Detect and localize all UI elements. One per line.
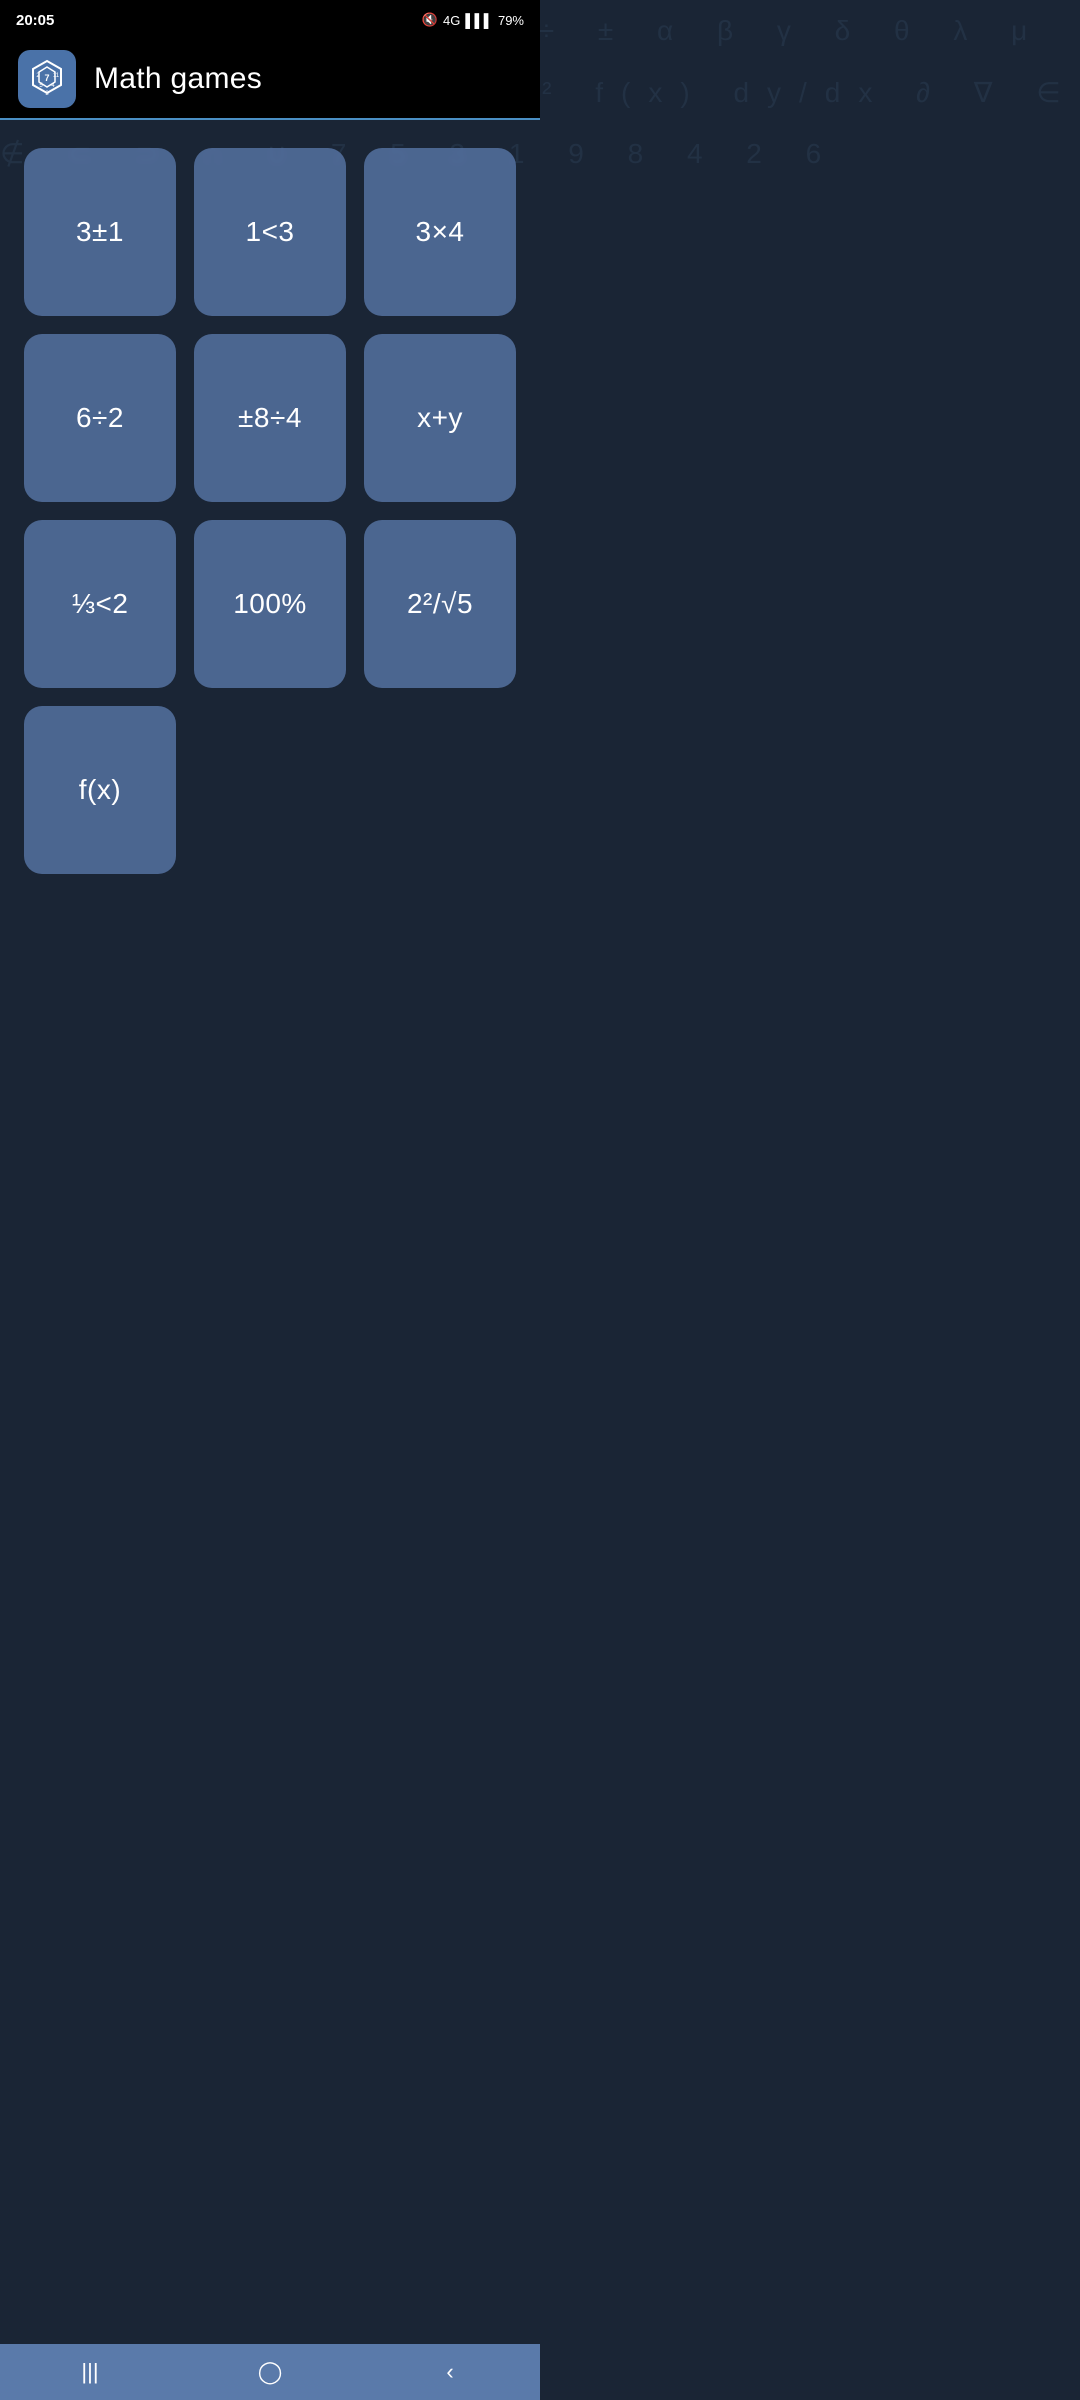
- mute-icon: 🔇: [422, 12, 438, 28]
- battery-label: 79%: [498, 13, 524, 28]
- card-label-multiply: 3×4: [416, 216, 465, 248]
- home-icon: ◯: [258, 2359, 283, 2385]
- recent-apps-icon: |||: [81, 2359, 98, 2385]
- card-plus-minus[interactable]: 3±1: [24, 148, 176, 316]
- app-icon: 7 2 11 5 4 3: [18, 50, 76, 108]
- card-label-divide: 6÷2: [76, 402, 124, 434]
- svg-text:11: 11: [53, 73, 60, 79]
- back-icon: ‹: [446, 2359, 453, 2385]
- card-label-plus-minus: 3±1: [76, 216, 124, 248]
- nav-back-button[interactable]: ‹: [360, 2344, 540, 2400]
- card-label-algebra: x+y: [417, 402, 463, 434]
- main-content: 3±1 1<3 3×4 6÷2 ±8÷4 x+y ⅓<2 100% 2²/√5 f(x): [0, 120, 540, 1104]
- card-label-less-than: 1<3: [246, 216, 295, 248]
- nav-bar: ||| ◯ ‹: [0, 2344, 540, 2400]
- card-fraction[interactable]: ⅓<2: [24, 520, 176, 688]
- card-percent[interactable]: 100%: [194, 520, 346, 688]
- cards-grid: 3±1 1<3 3×4 6÷2 ±8÷4 x+y ⅓<2 100% 2²/√5 f(x): [24, 148, 516, 874]
- status-time: 20:05: [16, 12, 54, 29]
- app-bar: 7 2 11 5 4 3 Math games: [0, 40, 540, 120]
- card-divide[interactable]: 6÷2: [24, 334, 176, 502]
- signal-label: 4G: [443, 13, 460, 28]
- nav-recent-button[interactable]: |||: [0, 2344, 180, 2400]
- app-icon-svg: 7 2 11 5 4 3: [25, 57, 69, 101]
- svg-text:7: 7: [44, 73, 49, 83]
- card-label-pm-divide: ±8÷4: [238, 402, 302, 434]
- status-right: 🔇 4G ▌▌▌ 79%: [422, 12, 524, 28]
- card-label-fraction: ⅓<2: [72, 588, 129, 620]
- app-title: Math games: [94, 62, 262, 96]
- nav-home-button[interactable]: ◯: [180, 2344, 360, 2400]
- card-label-function: f(x): [79, 774, 121, 806]
- card-power-root[interactable]: 2²/√5: [364, 520, 516, 688]
- card-pm-divide[interactable]: ±8÷4: [194, 334, 346, 502]
- card-multiply[interactable]: 3×4: [364, 148, 516, 316]
- status-bar: 20:05 🔇 4G ▌▌▌ 79%: [0, 0, 540, 40]
- card-label-percent: 100%: [233, 588, 307, 620]
- card-label-power-root: 2²/√5: [407, 588, 473, 620]
- card-less-than[interactable]: 1<3: [194, 148, 346, 316]
- signal-bars-icon: ▌▌▌: [465, 13, 493, 28]
- card-function[interactable]: f(x): [24, 706, 176, 874]
- card-algebra[interactable]: x+y: [364, 334, 516, 502]
